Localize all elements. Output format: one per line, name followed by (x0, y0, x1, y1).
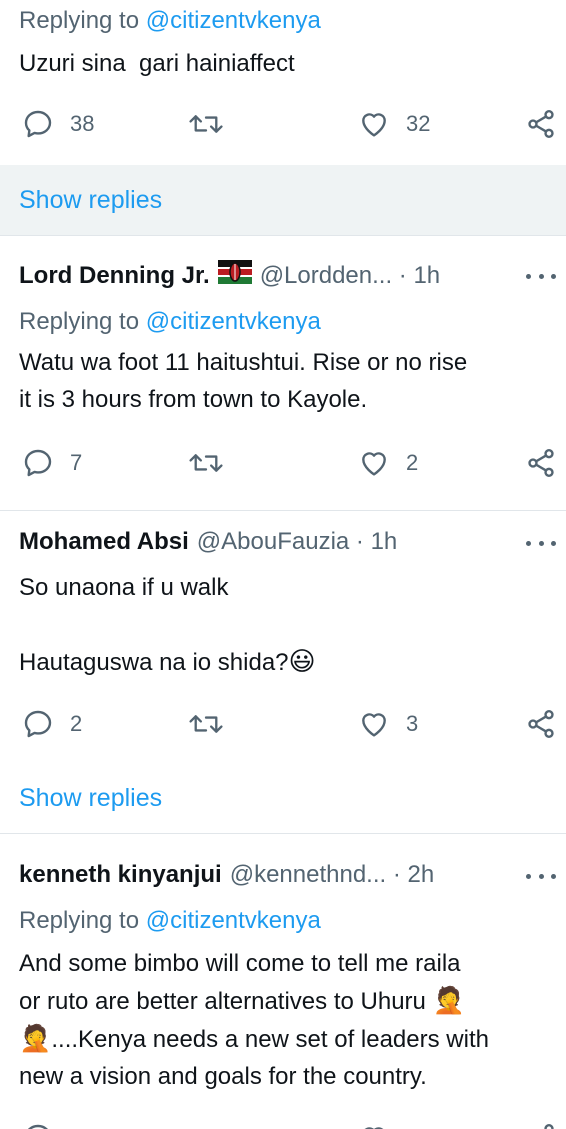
tweet-1[interactable]: Replying to @citizentvkenya Uzuri sina g… (0, 0, 566, 165)
show-replies-link[interactable]: Show replies (0, 763, 566, 833)
share-icon (544, 1124, 554, 1129)
grinning-face-emoji: 😃 (288, 646, 316, 676)
retweet-button[interactable] (188, 1118, 224, 1129)
facepalm-emoji: 🤦 (19, 1023, 52, 1053)
reply-count: 38 (70, 111, 95, 136)
author-name[interactable]: kenneth kinyanjui (19, 860, 222, 890)
replying-to: Replying to @citizentvkenya (19, 6, 321, 36)
reply-button[interactable]: 2 (22, 704, 82, 744)
reply-icon (24, 110, 52, 138)
share-icon (528, 110, 554, 138)
tweet-text: And some bimbo will come to tell me rail… (19, 945, 489, 1095)
tweet-text: Uzuri sina gari hainiaffect (19, 50, 295, 77)
replying-to: Replying to @citizentvkenya (19, 307, 321, 337)
tweet-text-line: new a vision and goals for the country. (19, 1063, 427, 1090)
tweet-2[interactable]: Lord Denning Jr. @Lordden... · 1h Replyi… (0, 236, 566, 510)
show-replies-label: Show replies (19, 783, 163, 812)
replying-label: Replying to (19, 907, 140, 934)
more-icon[interactable] (526, 266, 556, 286)
like-button[interactable] (358, 1118, 390, 1129)
facepalm-emoji: 🤦 (432, 985, 465, 1015)
heart-icon (362, 713, 386, 737)
more-icon[interactable] (526, 866, 556, 886)
share-button[interactable] (525, 104, 557, 144)
share-icon (528, 710, 554, 738)
replying-handle-link[interactable]: @citizentvkenya (146, 308, 321, 335)
share-button[interactable] (525, 704, 557, 744)
author-name[interactable]: Mohamed Absi (19, 527, 189, 557)
share-button[interactable] (525, 443, 557, 483)
reply-button[interactable]: 7 (22, 443, 82, 483)
heart-icon (364, 1127, 384, 1129)
author-name[interactable]: Lord Denning Jr. (19, 261, 210, 291)
replying-label: Replying to (19, 7, 140, 34)
share-button[interactable] (525, 1118, 557, 1129)
tweet-text-line: So unaona if u walk (19, 574, 229, 601)
heart-icon (362, 452, 386, 476)
reply-button[interactable] (22, 1118, 54, 1129)
like-button[interactable]: 3 (358, 704, 418, 744)
tweet-text-line: Watu wa foot 11 haitushtui. Rise or no r… (19, 349, 468, 376)
retweet-icon (189, 715, 223, 733)
like-button[interactable]: 2 (358, 443, 418, 483)
tweet-text: Watu wa foot 11 haitushtui. Rise or no r… (19, 344, 467, 418)
kenya-flag-icon (217, 260, 252, 292)
retweet-icon (188, 1122, 224, 1129)
reply-icon (27, 1124, 48, 1129)
tweet-header: Mohamed Absi @AbouFauzia · 1h (19, 527, 397, 557)
show-replies-link[interactable]: Show replies (0, 165, 566, 235)
reply-count: 2 (70, 711, 83, 736)
show-replies-label: Show replies (19, 185, 163, 214)
retweet-icon (189, 454, 223, 472)
tweet-text-line: or ruto are better alternatives to Uhuru… (19, 985, 465, 1015)
tweet-text-line: 🤦....Kenya needs a new set of leaders wi… (19, 1023, 489, 1053)
like-count: 2 (406, 450, 419, 475)
tweet-text-line: And some bimbo will come to tell me rail… (19, 950, 461, 977)
retweet-button[interactable] (188, 704, 224, 744)
replying-handle-link[interactable]: @citizentvkenya (146, 907, 321, 934)
replying-to: Replying to @citizentvkenya (19, 906, 321, 936)
tweet-text-line: it is 3 hours from town to Kayole. (19, 386, 368, 413)
retweet-icon (189, 115, 223, 133)
reply-icon (24, 449, 52, 477)
replying-handle-link[interactable]: @citizentvkenya (146, 7, 321, 34)
reply-button[interactable]: 38 (22, 104, 94, 144)
reply-icon (24, 710, 52, 738)
author-handle-time: @kennethnd... · 2h (229, 861, 435, 888)
author-handle-time: @AbouFauzia · 1h (196, 528, 398, 555)
like-count: 3 (406, 711, 419, 736)
tweet-3[interactable]: Mohamed Absi @AbouFauzia · 1h So unaona … (0, 511, 566, 833)
tweet-4[interactable]: kenneth kinyanjui @kennethnd... · 2h Rep… (0, 834, 566, 1129)
tweet-header: Lord Denning Jr. @Lordden... · 1h (19, 260, 440, 292)
retweet-button[interactable] (188, 104, 224, 144)
author-handle-time: @Lordden... · 1h (259, 262, 441, 289)
tweet-text: So unaona if u walk Hautaguswa na io shi… (19, 569, 316, 681)
share-icon (528, 449, 554, 477)
more-icon[interactable] (526, 533, 556, 553)
like-count: 32 (406, 111, 431, 136)
tweet-text-line: Hautaguswa na io shida?😃 (19, 646, 316, 676)
like-button[interactable]: 32 (358, 104, 430, 144)
reply-count: 7 (70, 450, 83, 475)
heart-icon (362, 113, 386, 137)
replying-label: Replying to (19, 308, 140, 335)
tweet-header: kenneth kinyanjui @kennethnd... · 2h (19, 860, 434, 890)
retweet-button[interactable] (188, 443, 224, 483)
